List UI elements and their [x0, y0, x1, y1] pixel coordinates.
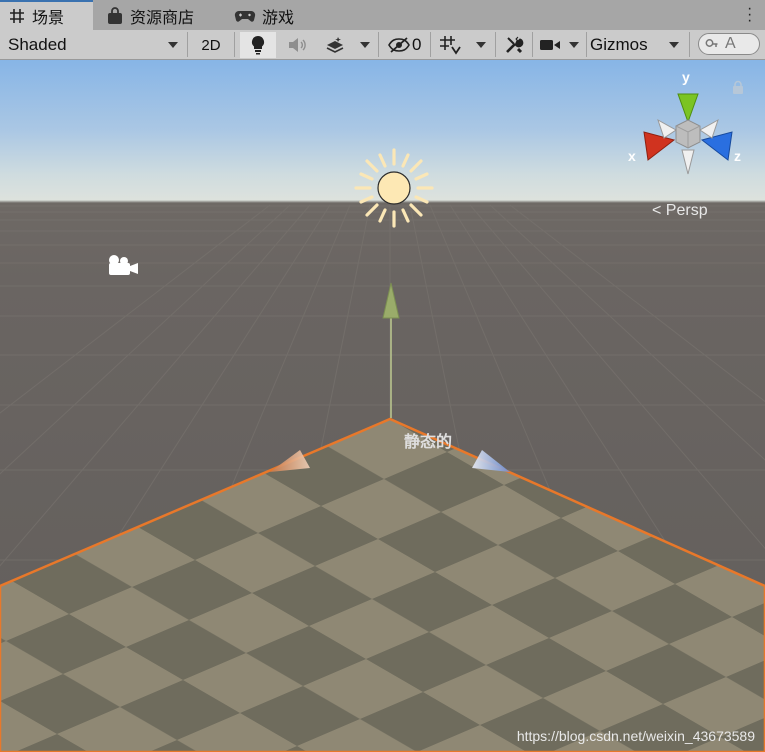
tab-asset-store[interactable]: 资源商店: [98, 2, 204, 30]
grid-snap-dropdown[interactable]: [470, 32, 492, 58]
lock-icon[interactable]: [733, 80, 743, 95]
gizmos-label: Gizmos: [590, 35, 648, 54]
camera-settings-button[interactable]: [537, 32, 563, 58]
2d-label: 2D: [201, 36, 221, 54]
tab-bar: 场景 资源商店 游戏 · · ·: [0, 0, 765, 31]
tab-game[interactable]: 游戏: [226, 2, 304, 30]
gizmos-dropdown[interactable]: [662, 32, 686, 58]
projection-toggle[interactable]: < Persp: [652, 202, 708, 220]
lighting-toggle-button[interactable]: [240, 32, 276, 58]
gizmos-button[interactable]: Gizmos: [590, 32, 657, 58]
search-placeholder: A: [725, 35, 736, 52]
lightbulb-icon: [251, 35, 265, 55]
effects-dropdown[interactable]: [354, 32, 376, 58]
camera-settings-dropdown[interactable]: [564, 32, 584, 58]
camera-object-icon[interactable]: [109, 255, 138, 275]
hidden-count: 0: [412, 35, 422, 54]
chevron-down-icon: [669, 42, 679, 48]
axis-z-label: z: [734, 148, 741, 164]
more-options-icon[interactable]: · · ·: [747, 1, 752, 29]
video-camera-icon: [540, 40, 560, 50]
wrench-screwdriver-icon: [506, 36, 524, 54]
directional-light-icon[interactable]: [354, 148, 434, 228]
draw-mode-dropdown[interactable]: Shaded: [4, 32, 182, 58]
axis-x-label: x: [628, 148, 636, 164]
floor-plane[interactable]: [0, 410, 765, 752]
chevron-down-icon: [168, 42, 178, 48]
2d-toggle-button[interactable]: 2D: [193, 32, 229, 58]
projection-label: Persp: [665, 202, 708, 219]
tab-label: 游戏: [262, 10, 295, 27]
chevron-down-icon: [569, 42, 579, 48]
axis-y-label: y: [682, 69, 690, 85]
store-bag-icon: [108, 7, 122, 24]
search-icon: [705, 39, 718, 47]
tab-scene[interactable]: 场景: [0, 0, 93, 30]
watermark-text: https://blog.csdn.net/weixin_43673589: [516, 728, 755, 744]
tab-label: 资源商店: [130, 10, 195, 27]
scene-search-input[interactable]: A: [698, 33, 760, 55]
chevron-down-icon: [476, 42, 486, 48]
audio-toggle-button[interactable]: [280, 32, 314, 58]
tab-label: 场景: [32, 10, 65, 27]
orientation-gizmo[interactable]: [643, 93, 733, 175]
draw-mode-label: Shaded: [8, 35, 67, 54]
eye-slash-icon: [388, 37, 410, 53]
layers-effects-icon: [326, 37, 344, 53]
scene-viewport[interactable]: y x z < Persp 静态的 https://blog.csdn.net/…: [0, 60, 765, 752]
scene-canvas: [0, 80, 765, 752]
grid-snap-icon: [440, 36, 461, 55]
hidden-objects-toggle[interactable]: 0: [382, 32, 426, 58]
grid-icon: [10, 9, 24, 23]
chevron-left-icon: <: [652, 202, 662, 219]
scene-toolbar: Shaded 2D 0 Gizmos: [0, 30, 765, 60]
gamepad-icon: [234, 10, 256, 22]
static-object-label: 静态的: [404, 434, 453, 451]
move-handle-y[interactable]: [382, 282, 400, 418]
tools-button[interactable]: [500, 32, 528, 58]
speaker-icon: [289, 38, 306, 52]
grid-snap-button[interactable]: [435, 32, 465, 58]
effects-toggle-button[interactable]: [318, 32, 352, 58]
chevron-down-icon: [360, 42, 370, 48]
